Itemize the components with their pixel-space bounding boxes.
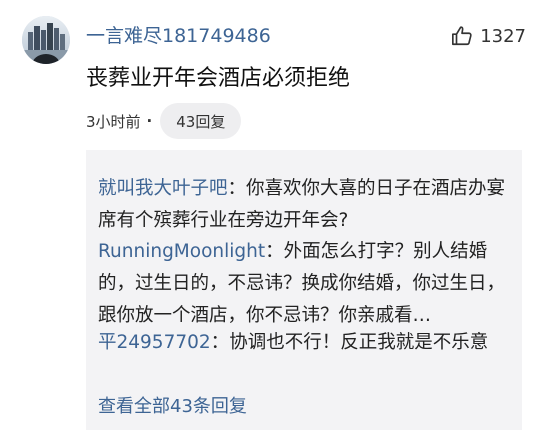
avatar[interactable] — [22, 16, 70, 64]
like-count: 1327 — [480, 25, 526, 47]
reply-item[interactable]: 平24957702：协调也不行！反正我就是不乐意 — [98, 327, 510, 359]
view-all-replies-link[interactable]: 查看全部43条回复 — [98, 394, 247, 420]
reply-author[interactable]: RunningMoonlight — [98, 241, 265, 262]
reply-item[interactable]: 就叫我大叶子吧：你喜欢你大喜的日子在酒店办宴席有个殡葬行业在旁边开年会? — [98, 173, 510, 237]
reply-item[interactable]: RunningMoonlight：外面怎么打字？别人结婚的，过生日的，不忌讳？换… — [98, 236, 510, 332]
meta-separator: · — [146, 112, 153, 130]
city-skyline-icon — [22, 16, 70, 64]
reply-text: 协调也不行！反正我就是不乐意 — [229, 332, 489, 353]
like-button[interactable]: 1327 — [451, 22, 526, 50]
reply-count-button[interactable]: 43回复 — [160, 103, 242, 139]
username[interactable]: 一言难尽181749486 — [86, 24, 271, 48]
reply-separator: ： — [227, 178, 247, 199]
comment-text: 丧葬业开年会酒店必须拒绝 — [86, 66, 351, 91]
reply-separator: ： — [265, 241, 284, 262]
comment-time: 3小时前 — [86, 112, 141, 131]
reply-author[interactable]: 就叫我大叶子吧 — [98, 178, 228, 199]
thumbs-up-icon — [452, 26, 472, 46]
comment-meta: 3小时前 · 43回复 — [86, 103, 242, 139]
replies-panel: 就叫我大叶子吧：你喜欢你大喜的日子在酒店办宴席有个殡葬行业在旁边开年会? Run… — [86, 150, 522, 430]
reply-author[interactable]: 平24957702 — [98, 332, 211, 353]
reply-separator: ： — [210, 332, 230, 353]
